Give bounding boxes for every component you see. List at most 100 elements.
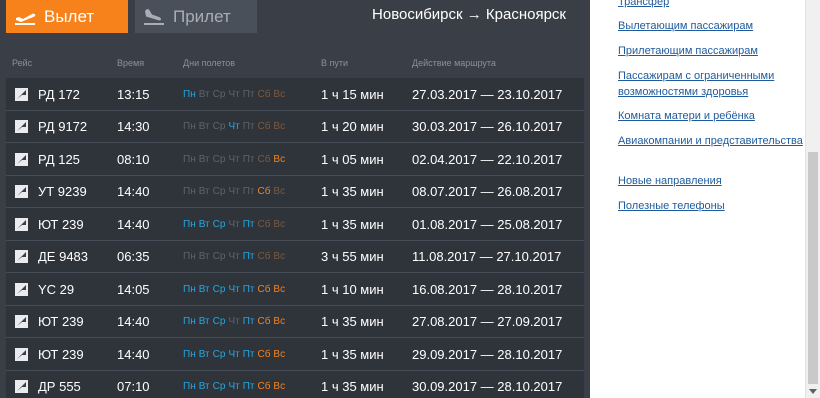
weekday-indicator: Сб [257,381,271,392]
flight-duration: 1 ч 10 мин [321,281,384,297]
route-period: 30.03.2017 — 26.10.2017 [412,119,563,134]
weekday-indicator: Вт [198,186,210,197]
flight-row[interactable]: YC 29 14:05 Пн Вт Ср Чт Пт Сб Вс 1 ч 10 мин 16.08.… [6,273,584,306]
flight-row[interactable]: ЮТ 239 14:40 Пн Вт Ср Чт Пт Сб Вс 1 ч 35 мин 29.09… [6,338,584,371]
tab-departure[interactable]: Вылет [6,0,128,33]
sidebar-link[interactable]: Комната матери и ребёнка [618,108,803,124]
airline-logo-icon [15,273,31,305]
weekday-indicator: Чт [228,381,240,392]
weekday-indicator: Чт [228,348,240,360]
weekday-indicator: Пт [242,348,255,360]
route-period: 30.09.2017 — 28.10.2017 [412,379,563,394]
tab-arrival[interactable]: Прилет [135,0,257,33]
flight-row[interactable]: РД 9172 14:30 Пн Вт Ср Чт Пт Сб Вс 1 ч 20 мин 30.0… [6,110,584,143]
weekday-indicator: Сб [257,283,271,295]
weekday-indicator: Чт [228,186,240,197]
flight-number: ЮТ 239 [38,346,84,362]
flight-row[interactable]: РД 125 08:10 Пн Вт Ср Чт Пт Сб Вс 1 ч 05 мин 02.04… [6,143,584,176]
weekday-indicator: Ср [212,283,226,295]
route-period: 27.08.2017 — 27.09.2017 [412,314,563,329]
flight-number: ЮТ 239 [38,216,84,232]
weekday-indicator: Ср [212,348,226,360]
route-title: Новосибирск → Красноярск [372,6,566,23]
flight-number: РД 172 [38,86,80,102]
weekday-indicator: Вт [198,121,210,132]
weekday-indicator: Пт [242,186,255,197]
weekday-indicator: Чт [228,218,240,230]
flight-row[interactable]: ДР 555 07:10 Пн Вт Ср Чт Пт Сб Вс 1 ч 35 мин 30.09… [6,370,584,398]
weekday-indicator: Пт [242,381,255,392]
flight-duration: 3 ч 55 мин [321,249,384,264]
flight-row[interactable]: УТ 9239 14:40 Пн Вт Ср Чт Пт Сб Вс 1 ч 35 мин 08.0… [6,175,584,208]
sidebar-link[interactable]: Вылетающим пассажирам [618,18,803,34]
weekday-indicator: Пн [183,218,196,230]
weekday-indicator: Вт [198,283,210,295]
flight-schedule-panel: Вылет Прилет Новосибирск → Красноярск Ре… [0,0,590,398]
weekday-indicator: Вт [198,153,210,165]
flight-duration: 1 ч 15 мин [321,86,384,102]
weekday-indicator: Вс [273,88,286,100]
operating-days: Пн Вт Ср Чт Пт Сб Вс [183,306,288,338]
route-period: 27.03.2017 — 23.10.2017 [412,86,563,102]
weekday-indicator: Пн [183,283,196,295]
flight-number: ЮТ 239 [38,314,84,329]
sidebar-link[interactable]: Новые направления [618,173,803,189]
sidebar-menu: Трансфер Вылетающим пассажирам Прилетающим… [618,0,803,398]
flight-number: YC 29 [38,281,75,297]
flight-duration: 1 ч 20 мин [321,119,384,134]
weekday-indicator: Пт [242,153,255,165]
tab-arrival-label: Прилет [173,6,231,26]
weekday-indicator: Ср [212,153,226,165]
weekday-indicator: Вт [198,218,210,230]
sidebar-link[interactable]: Трансфер [618,0,803,10]
weekday-indicator: Пт [242,251,255,262]
flight-row[interactable]: РД 172 13:15 Пн Вт Ср Чт Пт Сб Вс 1 ч 15 мин 27.03… [6,78,584,111]
weekday-indicator: Чт [228,283,240,295]
column-header-flight: Рейс [12,58,33,68]
flight-duration: 1 ч 35 мин [321,346,384,362]
flight-row[interactable]: ЮТ 239 14:40 Пн Вт Ср Чт Пт Сб Вс 1 ч 35 мин 01.08… [6,208,584,241]
flight-duration: 1 ч 35 мин [321,216,384,232]
weekday-indicator: Пт [242,88,255,100]
plane-takeoff-icon [6,8,44,26]
operating-days: Пн Вт Ср Чт Пт Сб Вс [183,371,288,398]
sidebar-link[interactable]: Прилетающим пассажирам [618,43,803,59]
weekday-indicator: Вс [273,218,286,230]
column-header-period: Действие маршрута [412,58,496,68]
operating-days: Пн Вт Ср Чт Пт Сб Вс [183,338,288,370]
flight-duration: 1 ч 05 мин [321,151,384,167]
route-period: 02.04.2017 — 22.10.2017 [412,151,563,167]
sidebar-link[interactable]: Пассажирам с ограниченными возможностями… [618,68,803,100]
flight-duration: 1 ч 35 мин [321,379,384,394]
weekday-indicator: Сб [257,348,271,360]
airline-logo-icon [15,78,31,110]
operating-days: Пн Вт Ср Чт Пт Сб Вс [183,273,288,305]
airline-logo-icon [15,143,31,175]
weekday-indicator: Сб [257,186,271,197]
column-header-time: Время [117,58,145,68]
route-period: 08.07.2017 — 26.08.2017 [412,184,563,199]
departure-time: 14:40 [117,314,150,329]
scroll-down-arrow-icon[interactable] [809,389,817,394]
flight-number: УТ 9239 [38,184,87,199]
flight-duration: 1 ч 35 мин [321,184,384,199]
vertical-scrollbar[interactable] [805,0,820,398]
weekday-indicator: Вт [198,88,210,100]
weekday-indicator: Пт [242,218,255,230]
departure-time: 13:15 [117,86,150,102]
route-period: 11.08.2017 — 27.10.2017 [412,249,562,264]
weekday-indicator: Ср [212,316,226,327]
scrollbar-thumb[interactable] [808,152,818,384]
route-period: 01.08.2017 — 25.08.2017 [412,216,563,232]
flight-row[interactable]: ДЕ 9483 06:35 Пн Вт Ср Чт Пт Сб Вс 3 ч 55 мин 11.0… [6,240,584,273]
weekday-indicator: Вс [273,381,286,392]
airline-logo-icon [15,111,31,143]
sidebar-link[interactable]: Авиакомпании и представительства [618,133,803,149]
plane-landing-icon [135,8,173,26]
direction-tabs: Вылет Прилет Новосибирск → Красноярск [0,0,590,44]
weekday-indicator: Сб [257,121,271,132]
departure-time: 14:05 [117,281,150,297]
sidebar-link[interactable]: Полезные телефоны [618,198,803,214]
flight-row[interactable]: ЮТ 239 14:40 Пн Вт Ср Чт Пт Сб Вс 1 ч 35 мин 27.08… [6,305,584,338]
weekday-indicator: Сб [257,88,271,100]
